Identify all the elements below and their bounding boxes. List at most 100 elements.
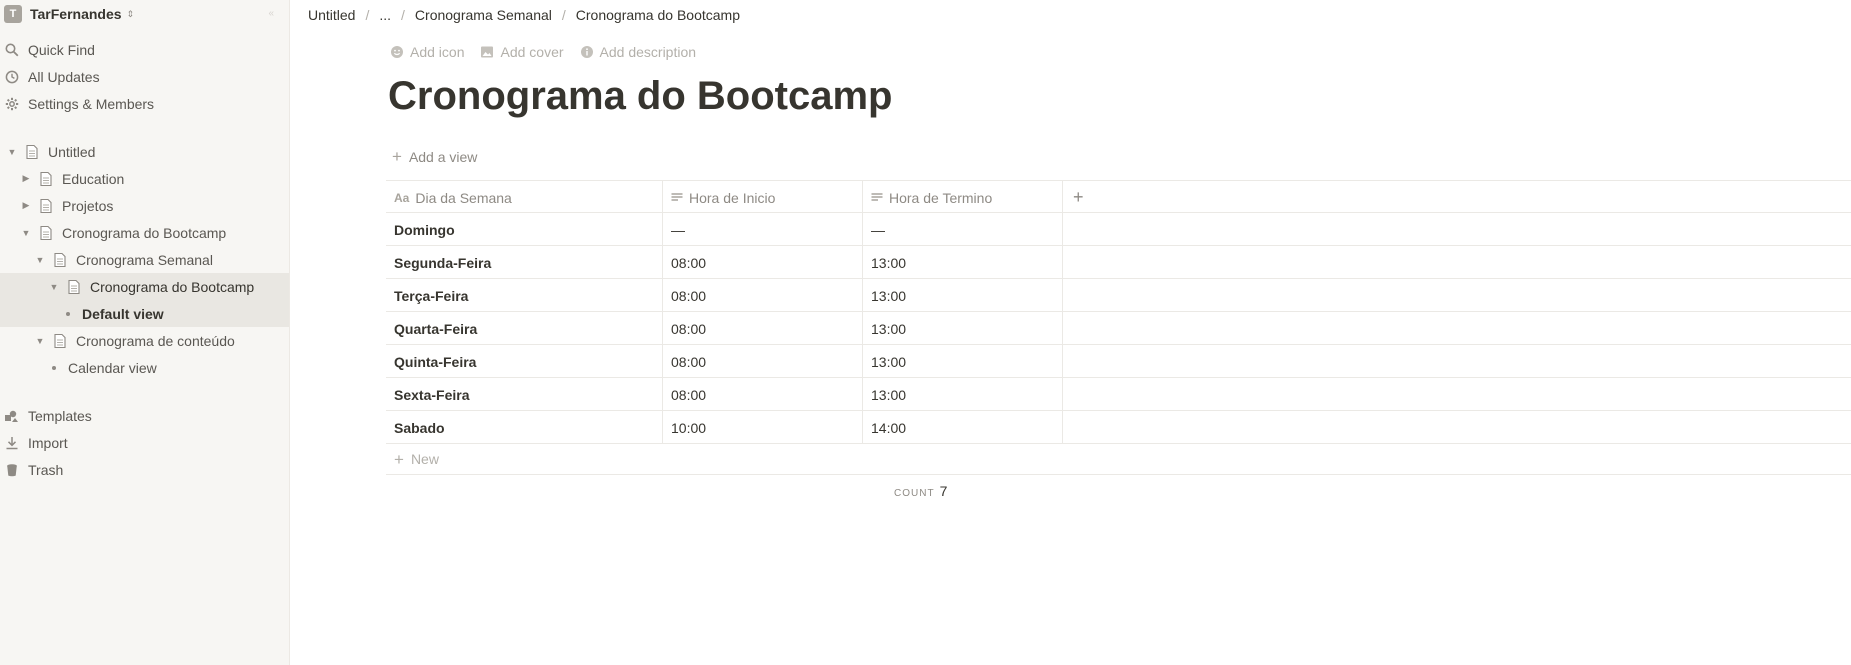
triangle-right-icon[interactable]: ▶ — [20, 173, 32, 185]
table-row[interactable]: Quinta-Feira 08:00 13:00 — [386, 345, 1851, 378]
table-row[interactable]: Sexta-Feira 08:00 13:00 — [386, 378, 1851, 411]
cell-hora-inicio[interactable]: 08:00 — [663, 312, 863, 345]
sidebar-item-label: Cronograma do Bootcamp — [90, 278, 255, 295]
add-property-button[interactable]: + — [1063, 181, 1851, 214]
templates-icon — [4, 408, 20, 424]
sidebar-item-settings[interactable]: Settings & Members — [0, 90, 289, 117]
cell-empty — [1063, 345, 1851, 378]
sidebar-item-label: Default view — [82, 305, 164, 322]
cell-hora-inicio[interactable]: 08:00 — [663, 246, 863, 279]
cell-hora-termino[interactable]: 13:00 — [863, 279, 1063, 312]
table-row[interactable]: Quarta-Feira 08:00 13:00 — [386, 312, 1851, 345]
cell-empty — [1063, 312, 1851, 345]
add-view-button[interactable]: + Add a view — [392, 148, 477, 165]
triangle-down-icon[interactable]: ▼ — [20, 227, 32, 239]
collapse-sidebar-icon[interactable]: « — [268, 8, 274, 19]
cell-dia-da-semana[interactable]: Quinta-Feira — [386, 345, 663, 378]
add-cover-button[interactable]: Add cover — [480, 44, 564, 60]
page-title[interactable]: Cronograma do Bootcamp — [388, 74, 892, 119]
cell-hora-inicio[interactable]: 08:00 — [663, 345, 863, 378]
plus-icon: + — [394, 449, 404, 469]
sidebar-item-label: Import — [28, 434, 68, 451]
sidebar-page-education[interactable]: ▶ Education — [0, 165, 289, 192]
sidebar-view-calendar[interactable]: Calendar view — [0, 354, 289, 381]
add-description-button[interactable]: Add description — [580, 44, 697, 60]
cell-hora-inicio[interactable]: — — [663, 213, 863, 246]
column-header-dia-da-semana[interactable]: Aa Dia da Semana — [386, 181, 663, 214]
add-description-label: Add description — [599, 44, 697, 60]
column-header-label: Hora de Termino — [889, 189, 993, 206]
sidebar-page-projetos[interactable]: ▶ Projetos — [0, 192, 289, 219]
smiley-icon — [391, 46, 403, 58]
column-header-hora-termino[interactable]: Hora de Termino — [863, 181, 1063, 214]
table-row[interactable]: Segunda-Feira 08:00 13:00 — [386, 246, 1851, 279]
cell-hora-inicio[interactable]: 08:00 — [663, 279, 863, 312]
plus-icon: + — [392, 147, 402, 166]
text-property-icon — [671, 192, 683, 204]
cell-hora-termino[interactable]: 13:00 — [863, 345, 1063, 378]
title-property-icon: Aa — [394, 190, 410, 205]
sidebar-page-cronograma-bootcamp-db[interactable]: ▼ Cronograma do Bootcamp — [0, 273, 289, 300]
sidebar-page-cronograma-conteudo[interactable]: ▼ Cronograma de conteúdo — [0, 327, 289, 354]
breadcrumb-item[interactable]: Cronograma Semanal — [415, 7, 552, 23]
sidebar-item-all-updates[interactable]: All Updates — [0, 63, 289, 90]
page-icon — [24, 144, 40, 160]
sidebar-page-cronograma-semanal[interactable]: ▼ Cronograma Semanal — [0, 246, 289, 273]
cell-hora-termino[interactable]: — — [863, 213, 1063, 246]
breadcrumb-separator: / — [365, 7, 370, 23]
triangle-right-icon[interactable]: ▶ — [20, 200, 32, 212]
page-icon — [38, 171, 54, 187]
cell-hora-termino[interactable]: 14:00 — [863, 411, 1063, 444]
table-row[interactable]: Terça-Feira 08:00 13:00 — [386, 279, 1851, 312]
gear-icon — [4, 96, 20, 112]
count-footer[interactable]: COUNT 7 — [894, 483, 947, 499]
page-actions: Add icon Add cover Add description — [390, 44, 712, 60]
breadcrumb-item[interactable]: ... — [379, 7, 391, 23]
column-header-label: Dia da Semana — [415, 189, 512, 206]
add-icon-button[interactable]: Add icon — [390, 44, 464, 60]
table-header-row: Aa Dia da Semana Hora de Inicio Hora de … — [386, 180, 1851, 214]
cell-hora-termino[interactable]: 13:00 — [863, 246, 1063, 279]
chevron-updown-icon: ⇕ — [126, 8, 135, 19]
sidebar-view-default[interactable]: Default view — [0, 300, 289, 327]
sidebar-item-label: Cronograma do Bootcamp — [62, 224, 227, 241]
triangle-down-icon[interactable]: ▼ — [34, 254, 46, 266]
cell-dia-da-semana[interactable]: Terça-Feira — [386, 279, 663, 312]
table-row[interactable]: Sabado 10:00 14:00 — [386, 411, 1851, 444]
sidebar-page-cronograma-bootcamp[interactable]: ▼ Cronograma do Bootcamp — [0, 219, 289, 246]
triangle-down-icon[interactable]: ▼ — [34, 335, 46, 347]
column-header-hora-inicio[interactable]: Hora de Inicio — [663, 181, 863, 214]
sidebar-item-import[interactable]: Import — [0, 429, 289, 456]
cell-dia-da-semana[interactable]: Domingo — [386, 213, 663, 246]
cell-hora-inicio[interactable]: 10:00 — [663, 411, 863, 444]
triangle-down-icon[interactable]: ▼ — [48, 281, 60, 293]
cell-hora-termino[interactable]: 13:00 — [863, 378, 1063, 411]
sidebar-item-label: Calendar view — [68, 359, 157, 376]
cell-empty — [1063, 411, 1851, 444]
new-row-button[interactable]: + New — [386, 444, 1851, 475]
cell-dia-da-semana[interactable]: Quarta-Feira — [386, 312, 663, 345]
sidebar-item-label: Untitled — [48, 143, 96, 160]
cell-dia-da-semana[interactable]: Sexta-Feira — [386, 378, 663, 411]
breadcrumb-item[interactable]: Cronograma do Bootcamp — [576, 7, 740, 23]
sidebar-item-label: Cronograma de conteúdo — [76, 332, 235, 349]
breadcrumb-item[interactable]: Untitled — [308, 7, 355, 23]
sidebar-item-trash[interactable]: Trash — [0, 456, 289, 483]
breadcrumb: Untitled / ... / Cronograma Semanal / Cr… — [308, 5, 740, 25]
new-row-label: New — [410, 451, 439, 467]
sidebar-item-templates[interactable]: Templates — [0, 402, 289, 429]
cell-hora-termino[interactable]: 13:00 — [863, 312, 1063, 345]
page-icon — [38, 225, 54, 241]
table-row[interactable]: Domingo — — — [386, 213, 1851, 246]
cell-empty — [1063, 378, 1851, 411]
triangle-down-icon[interactable]: ▼ — [6, 146, 18, 158]
info-icon — [580, 46, 593, 58]
sidebar-item-label: Trash — [28, 461, 64, 478]
cell-hora-inicio[interactable]: 08:00 — [663, 378, 863, 411]
sidebar-page-untitled[interactable]: ▼ Untitled — [0, 138, 289, 165]
sidebar-item-quick-find[interactable]: Quick Find — [0, 36, 289, 63]
workspace-switcher[interactable]: T TarFernandes ⇕ « — [0, 0, 290, 28]
cell-dia-da-semana[interactable]: Segunda-Feira — [386, 246, 663, 279]
cell-dia-da-semana[interactable]: Sabado — [386, 411, 663, 444]
sidebar-item-label: Quick Find — [28, 41, 95, 58]
